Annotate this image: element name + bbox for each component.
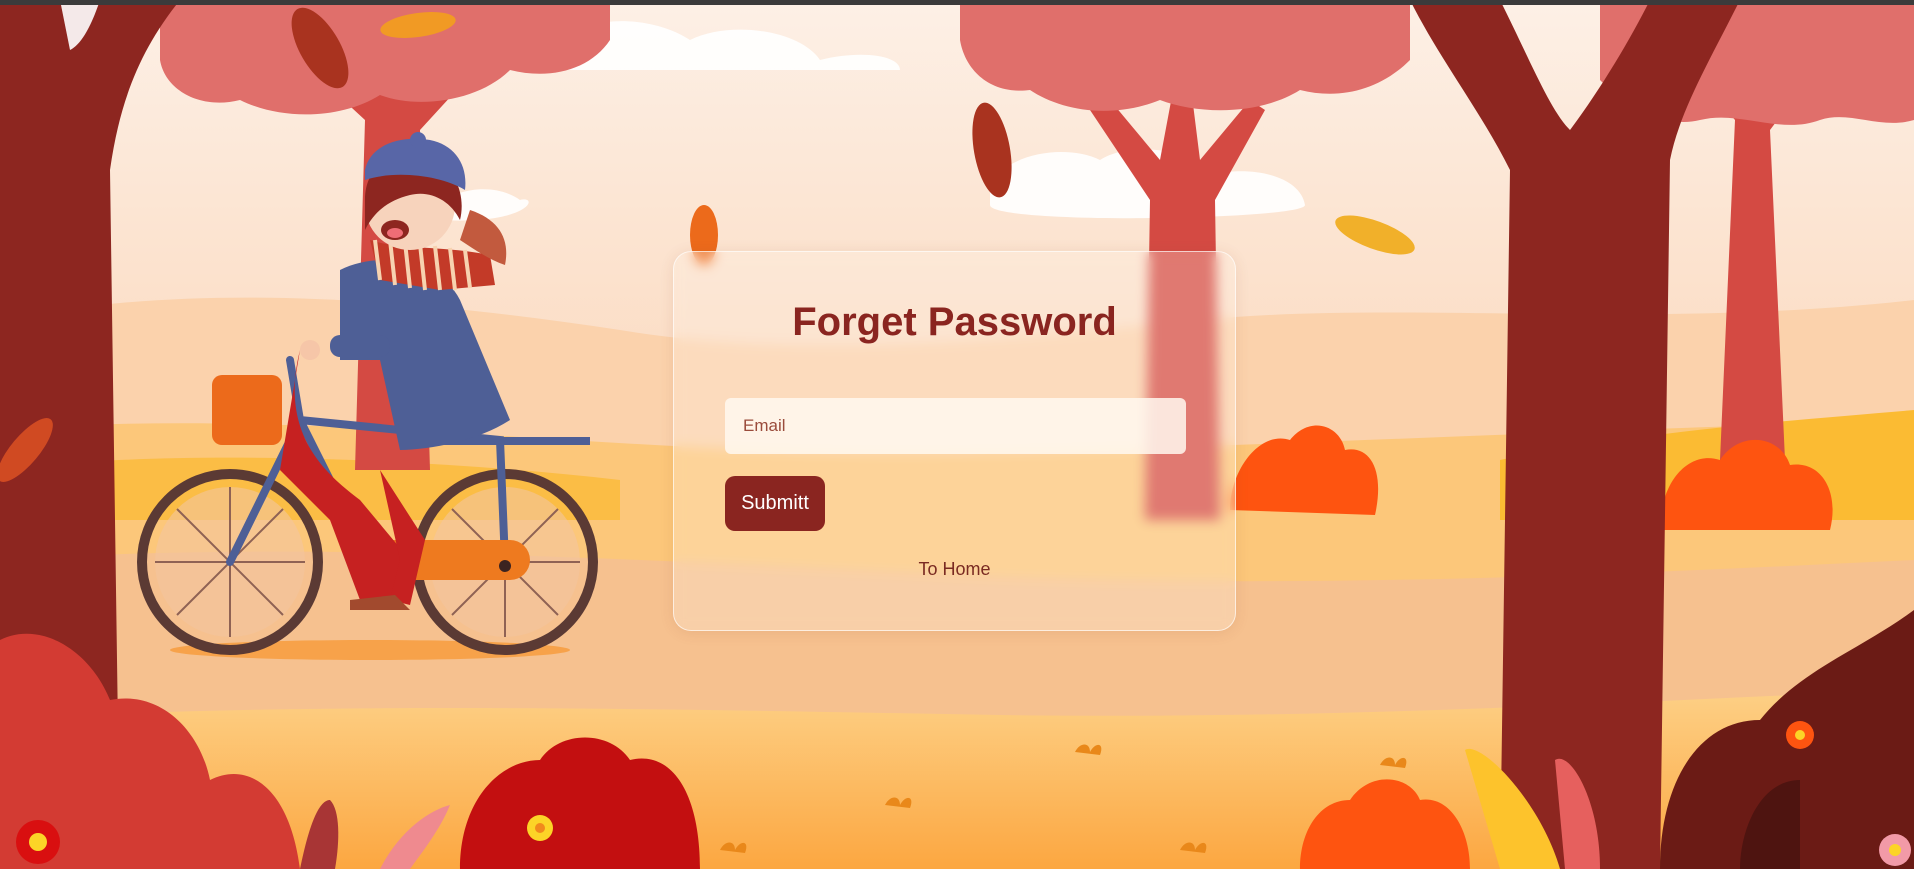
to-home-link[interactable]: To Home	[674, 559, 1235, 580]
forget-password-card: Forget Password Submitt To Home	[673, 251, 1236, 631]
page-title: Forget Password	[792, 300, 1117, 344]
submit-button[interactable]: Submitt	[725, 476, 825, 531]
browser-top-bar	[0, 0, 1914, 5]
email-field[interactable]	[725, 398, 1186, 454]
